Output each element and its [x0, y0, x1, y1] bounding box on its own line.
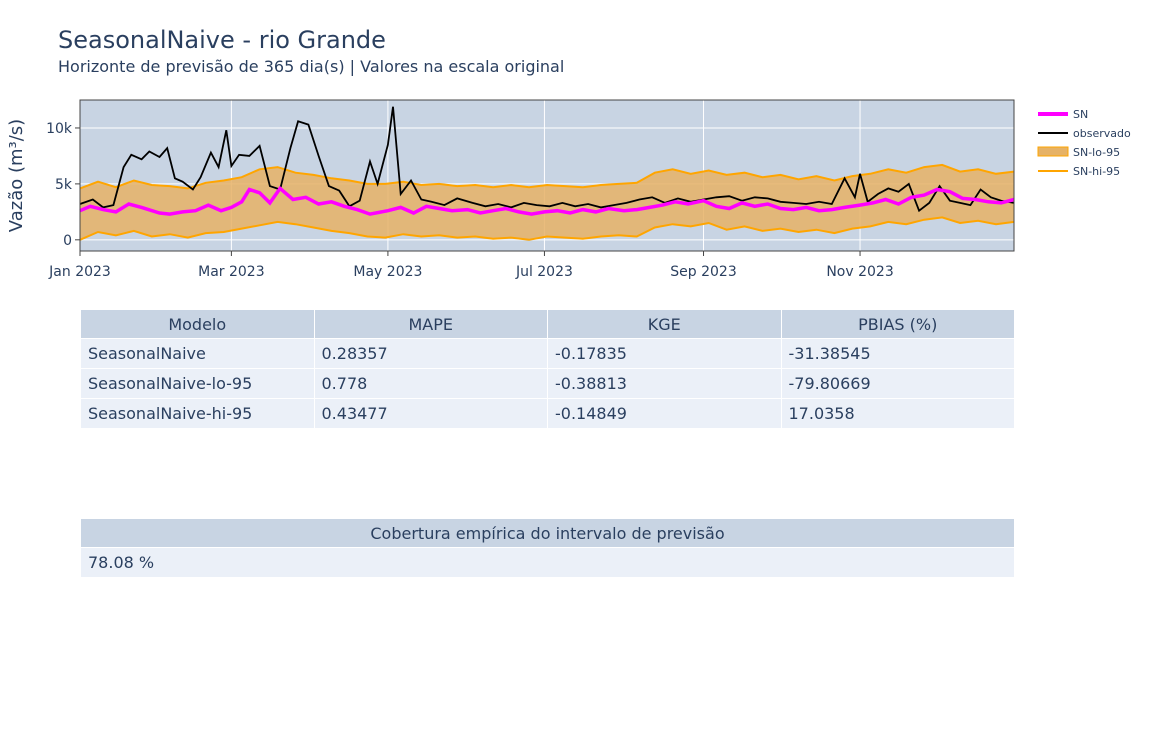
x-tick-label: Nov 2023 [826, 264, 893, 280]
y-tick-label: 5k [55, 177, 73, 193]
x-tick-label: Mar 2023 [198, 264, 265, 280]
column-header: KGE [547, 309, 782, 339]
table-cell: 17.0358 [780, 398, 1015, 429]
table-cell: SeasonalNaive [80, 338, 315, 369]
x-tick-label: May 2023 [353, 264, 422, 280]
legend-label: observado [1073, 127, 1131, 140]
y-tick-label: 0 [63, 233, 72, 249]
x-axis-ticks: Jan 2023 Mar 2023 May 2023 Jul 2023 Sep 2023… [48, 251, 894, 280]
table-cell: SeasonalNaive-lo-95 [80, 368, 315, 399]
table-row: SeasonalNaive-lo-95 0.778 -0.38813 -79.8066… [80, 368, 1015, 399]
column-header: PBIAS (%) [780, 309, 1015, 339]
legend-item: SN-hi-95 [1038, 165, 1120, 178]
legend-item: SN [1038, 108, 1088, 121]
table-row: SeasonalNaive-hi-95 0.43477 -0.14849 17.035… [80, 398, 1015, 429]
coverage-table: Cobertura empírica do intervalo de previ… [80, 518, 1015, 578]
column-header: Modelo [80, 309, 315, 339]
x-tick-label: Jan 2023 [48, 264, 111, 280]
table-cell: 0.43477 [313, 398, 548, 429]
legend-swatch [1037, 146, 1069, 157]
coverage-header: Cobertura empírica do intervalo de previ… [80, 518, 1015, 548]
legend-item: SN-lo-95 [1037, 146, 1120, 159]
table-cell: SeasonalNaive-hi-95 [80, 398, 315, 429]
y-axis-ticks: 0 5k 10k [46, 121, 80, 249]
forecast-chart: Jan 2023 Mar 2023 May 2023 Jul 2023 Sep 2023… [6, 99, 1131, 280]
column-header: MAPE [313, 309, 548, 339]
legend-item: observado [1038, 127, 1131, 140]
table-cell: -0.38813 [547, 368, 782, 399]
legend-label: SN [1073, 108, 1088, 121]
legend-label: SN-hi-95 [1073, 165, 1120, 178]
metrics-table: Modelo MAPE KGE PBIAS (%) SeasonalNaive 0.28… [80, 309, 1015, 429]
x-tick-label: Sep 2023 [670, 264, 736, 280]
coverage-value: 78.08 % [80, 547, 1015, 578]
x-tick-label: Jul 2023 [515, 264, 573, 280]
table-cell: 0.28357 [313, 338, 548, 369]
y-tick-label: 10k [46, 121, 73, 137]
metrics-header-row: Modelo MAPE KGE PBIAS (%) [80, 309, 1015, 339]
y-axis-label: Vazão (m³/s) [6, 119, 27, 232]
table-cell: 0.778 [313, 368, 548, 399]
table-row: 78.08 % [80, 547, 1015, 578]
table-cell: -79.80669 [780, 368, 1015, 399]
legend-label: SN-lo-95 [1073, 146, 1120, 159]
table-row: SeasonalNaive 0.28357 -0.17835 -31.38545 [80, 338, 1015, 369]
table-cell: -0.17835 [547, 338, 782, 369]
legend: SN observado SN-lo-95 SN-hi-95 [1037, 108, 1131, 178]
table-cell: -31.38545 [780, 338, 1015, 369]
table-cell: -0.14849 [547, 398, 782, 429]
